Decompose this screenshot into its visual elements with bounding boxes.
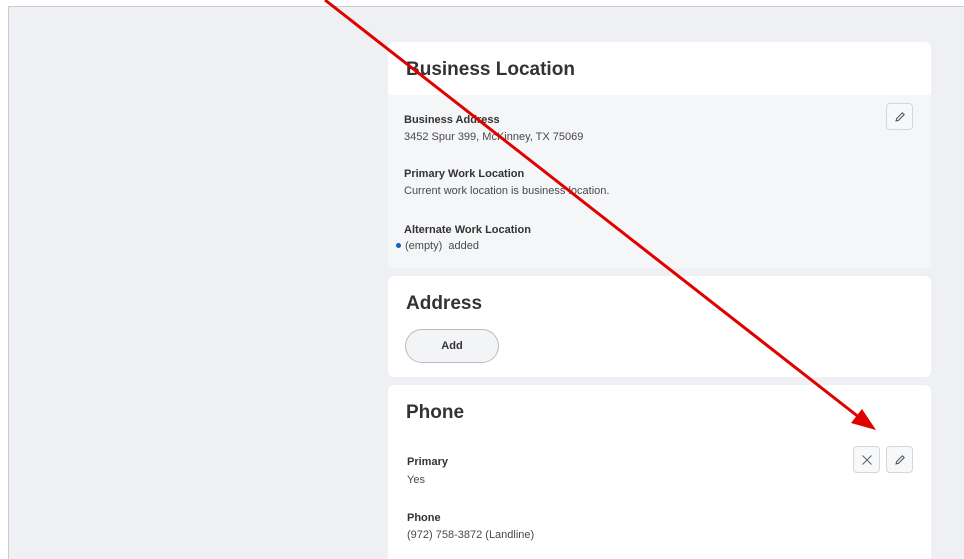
edit-business-location-button[interactable] — [886, 103, 913, 130]
business-address-value: 3452 Spur 399, McKinney, TX 75069 — [404, 131, 584, 143]
business-location-title: Business Location — [406, 59, 575, 80]
phone-card: Phone Primary Yes Phone (972) 758-3872 (… — [388, 385, 931, 559]
phone-label: Phone — [407, 512, 441, 524]
pencil-icon — [894, 454, 905, 465]
business-location-card: Business Location Business Address 3452 … — [388, 42, 931, 268]
pencil-icon — [894, 111, 905, 122]
alternate-work-location-label: Alternate Work Location — [404, 224, 531, 236]
add-address-button[interactable]: Add — [405, 329, 499, 363]
phone-value: (972) 758-3872 (Landline) — [407, 529, 535, 541]
primary-work-location-value: Current work location is business locati… — [404, 185, 610, 197]
business-address-label: Business Address — [404, 114, 500, 126]
business-location-panel: Business Address 3452 Spur 399, McKinney… — [388, 95, 931, 268]
primary-work-location-label: Primary Work Location — [404, 168, 525, 180]
address-card: Address Add — [388, 276, 931, 377]
address-title: Address — [406, 293, 483, 314]
alternate-work-location-value: (empty) added — [396, 240, 479, 252]
change-indicator-dot — [396, 242, 401, 248]
close-icon — [861, 454, 872, 465]
edit-phone-button[interactable] — [886, 446, 913, 473]
phone-title: Phone — [406, 402, 465, 423]
primary-value: Yes — [407, 474, 425, 486]
primary-label: Primary — [407, 456, 448, 468]
alternate-work-location-text: (empty) added — [405, 240, 479, 252]
delete-phone-button[interactable] — [853, 446, 880, 473]
